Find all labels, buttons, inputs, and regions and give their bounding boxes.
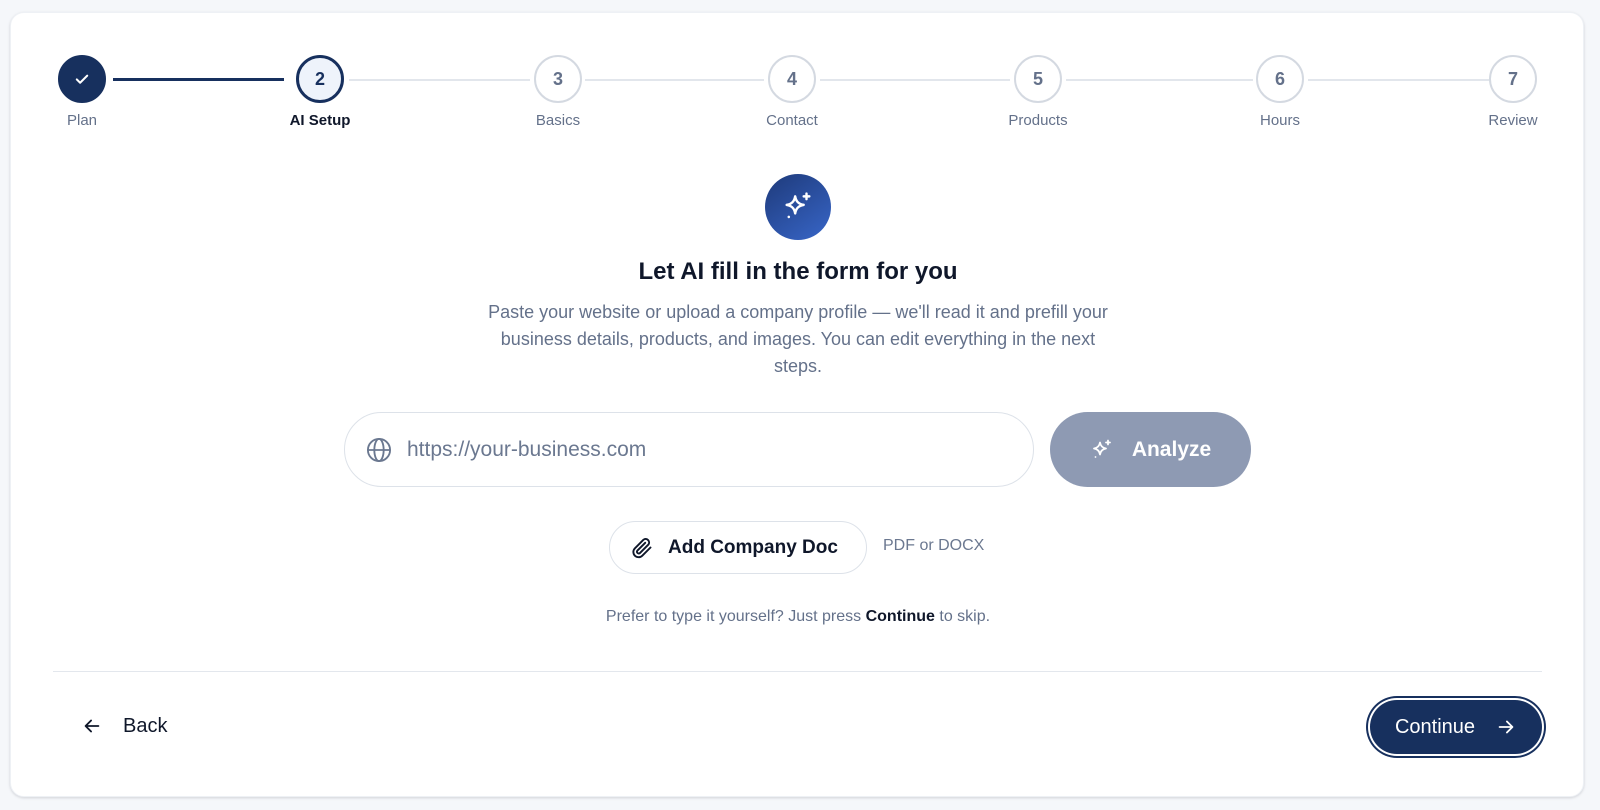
continue-label: Continue [1394,715,1476,738]
continue-button[interactable]: Continue [1370,700,1542,754]
sparkles-icon [785,192,811,219]
page-title: Let AI fill in the form for you [638,258,958,285]
website-url-field[interactable] [344,412,1034,487]
back-label: Back [123,714,168,737]
step-circle: 5 [1014,55,1062,103]
step-label: AI Setup [289,112,351,129]
step-label: Review [1488,112,1538,129]
step-review[interactable]: 7 Review [1453,55,1573,129]
progress-stepper: Plan 2 AI Setup 3 Basics 4 Contact 5 Pro… [11,13,1585,153]
step-plan[interactable]: Plan [22,55,142,129]
step-label: Hours [1259,112,1300,129]
step-label: Products [1008,112,1068,129]
wizard-card: Plan 2 AI Setup 3 Basics 4 Contact 5 Pro… [10,12,1584,797]
step-label: Contact [766,112,818,129]
step-label: Plan [66,112,98,129]
check-icon [75,74,89,84]
step-circle: 4 [768,55,816,103]
analyze-label: Analyze [1131,437,1212,461]
skip-hint-text: Prefer to type it yourself? Just press [605,608,866,625]
add-company-doc-label: Add Company Doc [668,536,838,558]
skip-hint: Prefer to type it yourself? Just press C… [11,608,1585,626]
arrow-right-icon [1498,720,1514,734]
step-ai-setup[interactable]: 2 AI Setup [260,55,380,129]
footer-divider [53,671,1542,672]
step-hours[interactable]: 6 Hours [1220,55,1340,129]
file-type-hint: PDF or DOCX [883,537,985,554]
globe-icon [366,437,392,462]
step-circle: 2 [296,55,344,103]
step-circle: 7 [1489,55,1537,103]
step-label: Basics [535,112,581,129]
page-description: Paste your website or upload a company p… [488,302,1108,376]
analyze-button[interactable]: Analyze [1050,412,1251,487]
step-contact[interactable]: 4 Contact [732,55,852,129]
add-company-doc-button[interactable]: Add Company Doc [609,521,867,574]
step-circle: 3 [534,55,582,103]
back-button[interactable]: Back [71,701,177,751]
website-url-input[interactable] [407,437,987,462]
ai-badge [765,174,831,240]
paperclip-icon [632,537,652,558]
step-circle: 6 [1256,55,1304,103]
step-basics[interactable]: 3 Basics [498,55,618,129]
skip-hint-emphasis: Continue [865,608,935,625]
arrow-left-icon [84,719,100,733]
skip-hint-text-end: to skip. [934,608,991,625]
step-products[interactable]: 5 Products [978,55,1098,129]
sparkles-icon [1092,439,1111,458]
step-circle [58,55,106,103]
